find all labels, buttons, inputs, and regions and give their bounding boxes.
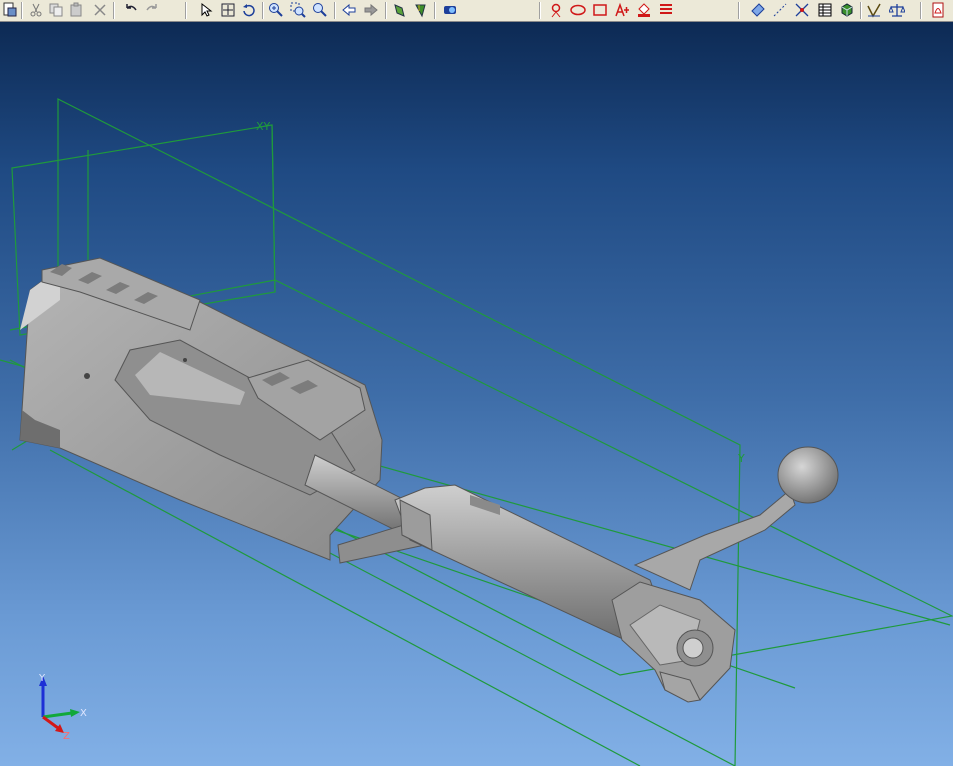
line-icon[interactable] (772, 2, 788, 18)
text-icon[interactable] (614, 2, 630, 18)
new-sketch-icon[interactable] (2, 2, 18, 18)
bolt-assembly (394, 446, 839, 703)
zoom-box-icon[interactable] (220, 2, 236, 18)
rectangle-icon[interactable] (592, 2, 608, 18)
line-style-icon[interactable] (658, 2, 674, 18)
toolbar-separator (434, 2, 436, 19)
select-arrow-icon[interactable] (198, 2, 214, 18)
triad-label-z: Z (63, 731, 70, 742)
toolbar-separator (539, 2, 541, 19)
previous-view-icon[interactable] (341, 2, 357, 18)
toolbar-separator (860, 2, 862, 19)
toolbar-separator (334, 2, 336, 19)
toolbar-separator (262, 2, 264, 19)
table-icon[interactable] (817, 2, 833, 18)
copy-icon[interactable] (48, 2, 64, 18)
triad-label-x: X (80, 708, 87, 719)
zoom-area-icon[interactable] (290, 2, 306, 18)
toolbar-separator (920, 2, 922, 19)
ellipse-icon[interactable] (570, 2, 586, 18)
normal-view-icon[interactable] (413, 2, 429, 18)
export-pdf-icon[interactable] (930, 2, 946, 18)
intersect-icon[interactable] (794, 2, 810, 18)
zoom-in-icon[interactable] (268, 2, 284, 18)
plane-icon[interactable] (750, 2, 766, 18)
part-icon[interactable] (839, 2, 855, 18)
graphics-viewport[interactable]: XY Y Y X Z (0, 22, 953, 766)
next-view-icon[interactable] (363, 2, 379, 18)
measure-icon[interactable] (866, 2, 882, 18)
receiver-body (19, 257, 426, 564)
toolbar-separator (21, 2, 23, 19)
main-toolbar (0, 0, 953, 22)
shaded-view-icon[interactable] (392, 2, 408, 18)
zoom-fit-icon[interactable] (312, 2, 328, 18)
rotate-view-icon[interactable] (241, 2, 257, 18)
model-scene: XY Y Y X Z (0, 98, 953, 766)
coordinate-triad: Y X Z (38, 673, 87, 742)
triad-label-y: Y (38, 673, 46, 684)
redo-icon[interactable] (144, 2, 160, 18)
fill-icon[interactable] (636, 2, 652, 18)
paste-icon[interactable] (68, 2, 84, 18)
undo-icon[interactable] (123, 2, 139, 18)
toolbar-separator (738, 2, 740, 19)
toolbar-separator (385, 2, 387, 19)
plane-label-yz: Y (737, 452, 745, 465)
render-icon[interactable] (442, 2, 458, 18)
plane-label-xy: XY (256, 120, 271, 133)
delete-icon[interactable] (92, 2, 108, 18)
cut-icon[interactable] (28, 2, 44, 18)
mass-properties-icon[interactable] (889, 2, 905, 18)
toolbar-separator (113, 2, 115, 19)
sketch-point-icon[interactable] (548, 2, 564, 18)
toolbar-separator (185, 2, 187, 19)
